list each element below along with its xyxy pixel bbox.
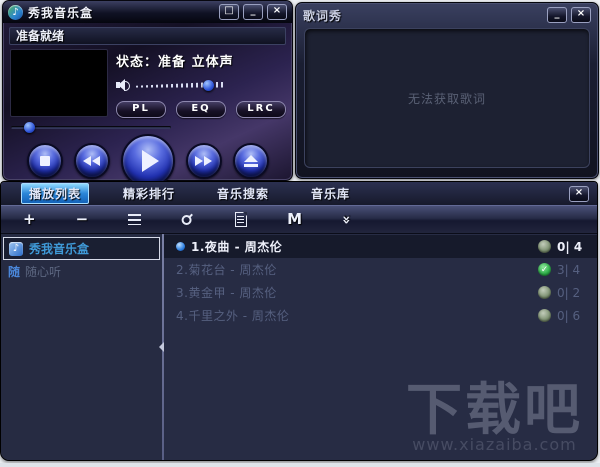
visualizer-screen <box>10 49 108 117</box>
lyrics-titlebar[interactable]: 歌词秀 _ × <box>296 3 598 27</box>
player-titlebar[interactable]: ♪ 秀我音乐盒 □ _ × <box>3 1 292 23</box>
playback-status: 状态：准备 立体声 <box>116 51 286 70</box>
lyrics-minimize-button[interactable]: _ <box>547 7 567 23</box>
app-logo-icon: ♪ <box>8 4 23 20</box>
watermark-url: www.xiazaiba.com <box>412 435 577 454</box>
download-status-icon <box>538 309 551 322</box>
forward-icon <box>195 156 212 166</box>
minimize-button[interactable]: _ <box>243 4 263 20</box>
lyrics-window: 歌词秀 _ × 无法获取歌词 <box>295 2 599 179</box>
song-list: 1.夜曲 - 周杰伦 0| 4 2.菊花台 - 周杰伦 ✓ 3| 4 3.黄金甲 - 周杰… <box>164 234 597 460</box>
playlist-icon[interactable] <box>128 214 142 225</box>
seek-bar[interactable] <box>11 126 171 129</box>
status-bar: 准备就绪 <box>9 27 286 45</box>
key-icon[interactable] <box>178 210 198 230</box>
channel-mode: 立体声 <box>191 55 234 70</box>
playlist-panel: 播放列表 精彩排行 音乐搜索 音乐库 × + − M « ♪ 秀我音乐盒随随心听 1.夜曲 -… <box>0 181 598 461</box>
tab-1[interactable]: 播放列表 <box>21 183 90 204</box>
add-icon[interactable]: + <box>23 212 36 227</box>
play-count: 0| 6 <box>557 308 581 323</box>
song-title: 3.黄金甲 - 周杰伦 <box>176 286 277 300</box>
stop-button[interactable] <box>26 143 63 179</box>
song-row-2[interactable]: 2.菊花台 - 周杰伦 ✓ 3| 4 <box>164 258 597 281</box>
playlist-toolbar: + − M « <box>1 205 597 234</box>
lyrics-window-title: 歌词秀 <box>303 8 343 23</box>
play-count: 0| 4 <box>557 239 583 254</box>
sidebar-prefix-icon: 随 <box>8 265 21 279</box>
player-window-title: 秀我音乐盒 <box>28 5 94 20</box>
eject-icon <box>243 155 258 167</box>
collapse-icon[interactable]: « <box>339 215 355 224</box>
download-status-icon <box>538 286 551 299</box>
tab-2[interactable]: 精彩排行 <box>115 183 183 204</box>
song-title: 4.千里之外 - 周杰伦 <box>176 309 290 323</box>
volume-slider[interactable] <box>136 79 224 91</box>
rewind-button[interactable] <box>73 143 110 179</box>
lrc-button[interactable]: LRC <box>236 101 286 118</box>
desktop-edge <box>0 463 600 467</box>
play-count: 3| 4 <box>557 262 581 277</box>
lyrics-display: 无法获取歌词 <box>304 28 590 168</box>
volume-thumb[interactable] <box>202 79 214 91</box>
watermark: 下载吧 www.xiazaiba.com <box>406 378 583 455</box>
rewind-icon <box>83 156 100 166</box>
panel-close-button[interactable]: × <box>569 185 589 202</box>
sidebar-item-label: 秀我音乐盒 <box>29 242 90 256</box>
play-icon <box>141 150 159 172</box>
close-button[interactable]: × <box>267 4 287 20</box>
eject-button[interactable] <box>232 143 269 179</box>
remove-icon[interactable]: − <box>76 212 89 227</box>
downloaded-check-icon: ✓ <box>538 263 551 276</box>
sidebar-item-2[interactable]: 随随心听 <box>3 261 160 282</box>
file-icon[interactable] <box>235 212 248 227</box>
status-label: 状态： <box>116 55 159 70</box>
sidebar-item-label: 随心听 <box>25 265 62 279</box>
pl-button[interactable]: PL <box>116 101 166 118</box>
tab-4[interactable]: 音乐库 <box>303 183 358 204</box>
desktop: ♪ 秀我音乐盒 □ _ × 准备就绪 状态：准备 立体声 PL EQ LRC 歌… <box>0 0 600 467</box>
song-row-1[interactable]: 1.夜曲 - 周杰伦 0| 4 <box>164 235 597 258</box>
play-button[interactable] <box>120 134 175 188</box>
tabs: 播放列表 精彩排行 音乐搜索 音乐库 <box>21 183 358 204</box>
song-row-3[interactable]: 3.黄金甲 - 周杰伦 0| 2 <box>164 281 597 304</box>
restore-button[interactable]: □ <box>219 4 239 20</box>
forward-button[interactable] <box>185 143 222 179</box>
m-icon[interactable]: M <box>287 212 302 227</box>
sidebar-item-1[interactable]: ♪ 秀我音乐盒 <box>3 237 160 260</box>
eq-button[interactable]: EQ <box>176 101 226 118</box>
lyrics-close-button[interactable]: × <box>571 7 591 23</box>
now-playing-icon <box>176 242 185 251</box>
playlist-sidebar: ♪ 秀我音乐盒随随心听 <box>1 234 162 460</box>
play-count: 0| 2 <box>557 285 581 300</box>
seek-thumb[interactable] <box>23 122 35 133</box>
tab-bar: 播放列表 精彩排行 音乐搜索 音乐库 × <box>1 182 597 205</box>
download-status-icon <box>538 240 551 253</box>
watermark-logo: 下载吧 <box>406 378 583 443</box>
speaker-icon <box>116 79 130 91</box>
music-note-icon: ♪ <box>9 241 23 256</box>
stop-icon <box>39 156 50 166</box>
tab-3[interactable]: 音乐搜索 <box>209 183 277 204</box>
lyrics-message: 无法获取歌词 <box>407 91 486 106</box>
status-value: 准备 <box>158 55 187 70</box>
player-window: ♪ 秀我音乐盒 □ _ × 准备就绪 状态：准备 立体声 PL EQ LRC <box>2 0 293 188</box>
song-title: 2.菊花台 - 周杰伦 <box>176 263 277 277</box>
song-title: 1.夜曲 - 周杰伦 <box>191 240 283 254</box>
song-row-4[interactable]: 4.千里之外 - 周杰伦 0| 6 <box>164 304 597 327</box>
